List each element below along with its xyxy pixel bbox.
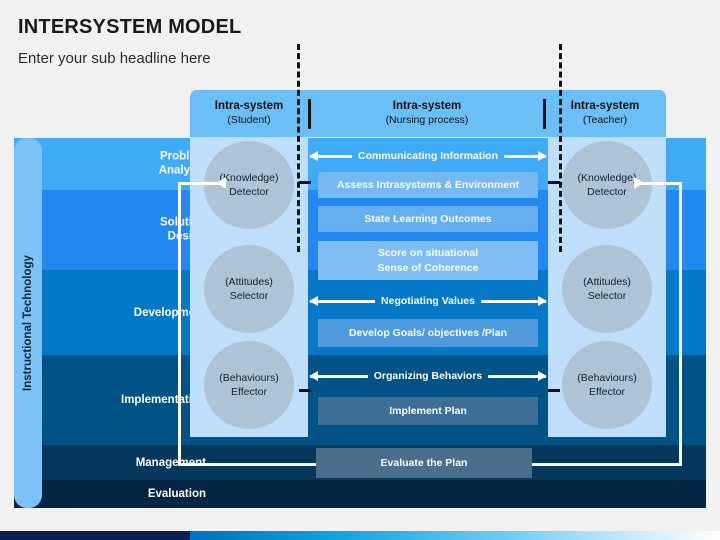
stage-band-5: Evaluation [14, 480, 706, 508]
tab-teacher-line1: Intra-system [570, 100, 640, 113]
feedback-arrow-into-teacher-detector [634, 177, 644, 189]
student-node-2-line1: (Behaviours) [219, 371, 279, 384]
process-box-2[interactable]: Score on situational Sense of Coherence [318, 241, 538, 280]
bottom-strip-dark-segment [0, 531, 190, 540]
page-title: INTERSYSTEM MODEL [18, 16, 242, 38]
teacher-node-1-line1: (Attitudes) [583, 275, 631, 288]
stage-label-5: Evaluation [147, 487, 206, 500]
teacher-node-1-line2: Selector [587, 290, 627, 302]
arrow-right-0 [504, 150, 547, 161]
arrow-left-0 [309, 150, 352, 161]
tab-student-line1: Intra-system [214, 100, 284, 113]
arrow-right-2 [488, 370, 547, 381]
process-arrow-row-0: Communicating Information [309, 147, 547, 165]
feedback-loop-left-horizontal [178, 463, 318, 466]
student-node-0-line2: Detector [229, 186, 269, 198]
tab-intra-system-teacher[interactable]: Intra-system (Teacher) [546, 90, 664, 137]
student-node-1-line1: (Attitudes) [225, 275, 273, 288]
nursing-process-column: Assess Intrasystems & Environment State L… [308, 137, 548, 477]
tab-nursing-line1: Intra-system [392, 100, 462, 113]
feedback-loop-right-vertical [679, 182, 682, 466]
dash-student-top-cap [299, 181, 311, 184]
teacher-node-1[interactable]: (Attitudes) Selector [562, 245, 652, 333]
process-arrow-label-2: Organizing Behaviors [373, 370, 483, 382]
process-box-0[interactable]: Assess Intrasystems & Environment [318, 172, 538, 198]
stage-label-holder-5: Evaluation [14, 480, 206, 508]
student-node-1[interactable]: (Attitudes) Selector [204, 245, 294, 333]
tab-intra-system-student[interactable]: Intra-system (Student) [190, 90, 308, 137]
student-node-2[interactable]: (Behaviours) Effector [204, 341, 294, 429]
page-subtitle: Enter your sub headline here [18, 50, 211, 67]
tab-student-line2: (Student) [227, 114, 271, 127]
dash-teacher-top-cap [548, 181, 560, 184]
bottom-accent-strip [0, 531, 720, 540]
tab-teacher-line2: (Teacher) [582, 114, 628, 127]
process-arrow-row-2: Organizing Behaviors [309, 367, 547, 385]
arrow-left-2 [309, 370, 368, 381]
intra-system-tab-bar: Intra-system (Student) Intra-system (Nur… [190, 90, 666, 137]
student-node-0-line1: (Knowledge) [219, 171, 279, 184]
feedback-loop-left-top [178, 182, 218, 185]
process-box-3[interactable]: Develop Goals/ objectives /Plan [318, 319, 538, 347]
process-arrow-label-0: Communicating Information [358, 150, 498, 162]
arrow-left-1 [308, 295, 376, 306]
instructional-technology-rail: Instructional Technology [14, 138, 42, 508]
student-dashed-connector [297, 44, 300, 252]
process-box-1[interactable]: State Learning Outcomes [318, 206, 538, 232]
tab-nursing-line2: (Nursing process) [385, 114, 469, 127]
dash-teacher-bottom-cap [548, 389, 560, 392]
feedback-loop-right-horizontal [530, 463, 682, 466]
dash-student-bottom-cap [299, 389, 311, 392]
process-arrow-label-1: Negotiating Values [381, 295, 475, 307]
evaluate-the-plan-label: Evaluate the Plan [380, 457, 468, 469]
feedback-loop-left-vertical [178, 182, 181, 466]
teacher-node-2-line2: Effector [589, 386, 625, 398]
feedback-arrow-into-student-detector [216, 177, 226, 189]
student-node-2-line2: Effector [231, 386, 267, 398]
teacher-node-0-line2: Detector [587, 186, 627, 198]
arrow-right-1 [480, 295, 548, 306]
feedback-loop-right-top [642, 182, 682, 185]
teacher-dashed-connector [559, 44, 562, 252]
bottom-strip-gradient-segment [190, 531, 720, 540]
student-node-1-line2: Selector [229, 290, 269, 302]
tab-intra-system-nursing-process[interactable]: Intra-system (Nursing process) [311, 90, 543, 137]
teacher-node-2[interactable]: (Behaviours) Effector [562, 341, 652, 429]
teacher-node-0-line1: (Knowledge) [577, 171, 637, 184]
instructional-technology-label: Instructional Technology [22, 255, 34, 391]
process-box-4[interactable]: Implement Plan [318, 397, 538, 425]
process-arrow-row-1: Negotiating Values [308, 292, 548, 310]
evaluate-the-plan-box[interactable]: Evaluate the Plan [316, 448, 532, 478]
teacher-node-2-line1: (Behaviours) [577, 371, 637, 384]
